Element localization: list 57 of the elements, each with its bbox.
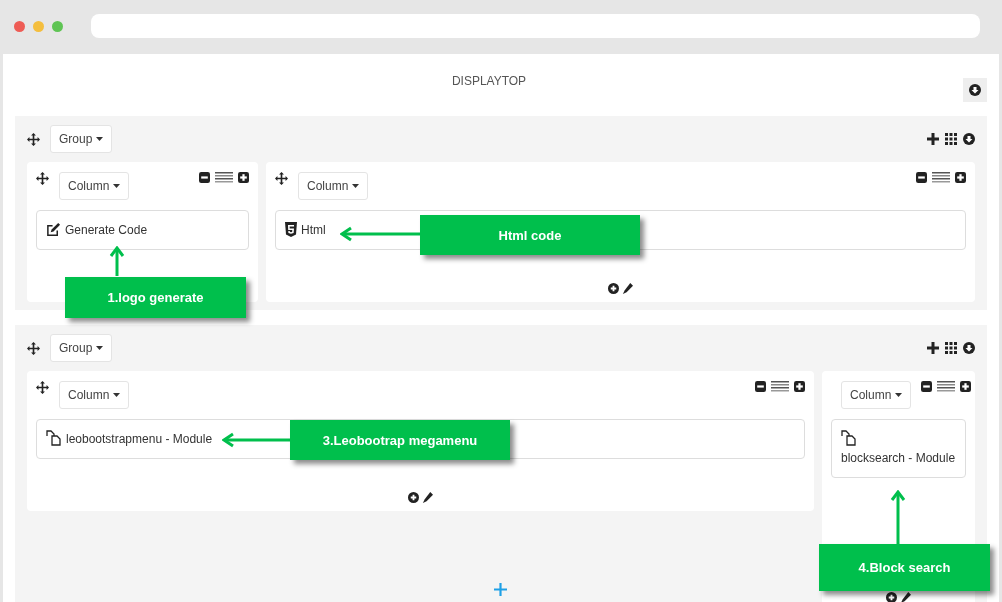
group-dropdown[interactable]: Group — [50, 334, 113, 362]
grid-icon[interactable] — [945, 342, 957, 354]
width-icon[interactable] — [932, 172, 950, 183]
close-dot[interactable] — [14, 20, 25, 32]
caret-icon — [96, 346, 104, 350]
add-circle-icon[interactable] — [608, 283, 619, 294]
module-item[interactable]: Generate Code — [36, 210, 249, 250]
minus-icon[interactable] — [199, 172, 210, 183]
width-icon[interactable] — [771, 381, 789, 392]
plus-icon[interactable] — [955, 172, 966, 183]
width-icon[interactable] — [937, 381, 956, 392]
collapse-button[interactable] — [963, 78, 987, 102]
position-title: DISPLAYTOP — [450, 74, 528, 88]
move-icon[interactable] — [36, 172, 49, 185]
plus-icon[interactable] — [960, 381, 972, 392]
minus-icon[interactable] — [755, 381, 766, 392]
caret-icon — [113, 184, 121, 188]
move-icon[interactable] — [27, 132, 40, 146]
column-dropdown[interactable]: Column — [59, 172, 130, 200]
group-dropdown[interactable]: Group — [50, 125, 113, 153]
move-icon[interactable] — [27, 341, 40, 355]
down-circle-icon[interactable] — [969, 84, 981, 96]
add-circle-icon[interactable] — [408, 492, 419, 503]
move-icon[interactable] — [275, 172, 288, 185]
arrow — [222, 431, 290, 449]
maximize-dot[interactable] — [52, 20, 63, 32]
minus-icon[interactable] — [916, 172, 927, 183]
width-icon[interactable] — [215, 172, 233, 183]
down-circle-icon[interactable] — [963, 342, 975, 354]
column-dropdown[interactable]: Column — [841, 381, 912, 409]
minimize-dot[interactable] — [33, 20, 44, 32]
move-icon[interactable] — [36, 381, 49, 394]
callout-label: 3.Leobootrap megamenu — [290, 420, 510, 460]
minus-icon[interactable] — [921, 381, 933, 392]
edit-icon — [46, 222, 61, 237]
column-dropdown[interactable]: Column — [59, 381, 130, 409]
caret-icon — [895, 393, 903, 397]
plus-icon[interactable] — [794, 381, 805, 392]
caret-icon — [113, 393, 121, 397]
pencil-icon[interactable] — [622, 283, 633, 294]
callout-label: 4.Block search — [819, 544, 990, 591]
pencil-icon[interactable] — [422, 492, 433, 503]
column-dropdown[interactable]: Column — [298, 172, 369, 200]
html5-icon — [285, 222, 297, 237]
caret-icon — [352, 184, 360, 188]
copy-icon — [46, 430, 62, 446]
down-circle-icon[interactable] — [963, 133, 975, 145]
callout-label: Html code — [420, 215, 640, 255]
callout-label: 1.logo generate — [65, 277, 246, 318]
copy-icon — [841, 430, 857, 446]
add-circle-icon[interactable] — [886, 592, 897, 602]
add-icon[interactable] — [927, 133, 939, 145]
plus-icon[interactable] — [238, 172, 249, 183]
module-item[interactable]: blocksearch - Module — [831, 419, 966, 478]
add-icon[interactable] — [927, 342, 939, 354]
grid-icon[interactable] — [945, 133, 957, 145]
caret-icon — [96, 137, 104, 141]
